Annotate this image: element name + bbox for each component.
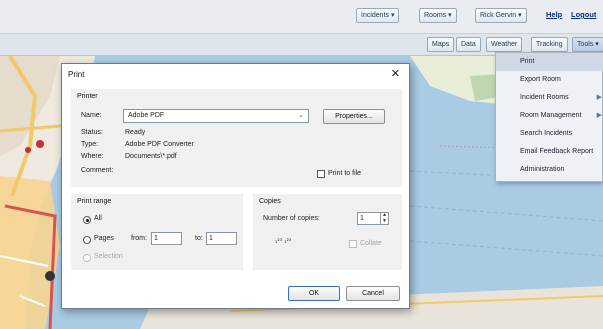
submenu-arrow-icon: ▶ (596, 94, 602, 101)
number-of-copies-label: Number of copies: (263, 215, 320, 222)
printer-name-value: Adobe PDF (128, 112, 165, 119)
collate-checkbox[interactable] (349, 240, 357, 248)
range-selection-radio[interactable] (83, 254, 91, 262)
menu-item-label: Export Room (520, 76, 561, 83)
type-label: Type: (81, 141, 99, 148)
range-selection-label: Selection (94, 253, 123, 260)
printer-name-label: Name: (81, 112, 102, 119)
menu-item-incident-rooms[interactable]: Incident Rooms ▶ (496, 89, 603, 107)
type-value: Adobe PDF Converter (125, 141, 194, 148)
copies-input[interactable]: 1 ▲ ▼ (357, 212, 389, 225)
range-pages-label: Pages (94, 235, 114, 242)
where-value: Documents\*.pdf (125, 153, 177, 160)
print-range-group-label: Print range (77, 198, 112, 205)
range-pages-radio[interactable] (83, 236, 91, 244)
close-icon[interactable]: ✕ (391, 67, 400, 80)
ok-button[interactable]: OK (288, 286, 340, 301)
printer-group: Printer Name: Adobe PDF ⌄ Properties... … (71, 89, 402, 187)
properties-button[interactable]: Properties... (323, 109, 385, 124)
range-all-radio[interactable] (83, 216, 91, 224)
menu-item-label: Administration (520, 166, 565, 173)
range-all-label: All (94, 215, 102, 222)
where-label: Where: (81, 153, 104, 160)
menu-item-label: Search Incidents (520, 130, 573, 137)
app-header: Incidents ▾ Rooms ▾ Rick Gervin ▾ Help L… (0, 0, 603, 34)
menu-item-administration[interactable]: Administration (496, 161, 603, 179)
print-dialog: Print ✕ Printer Name: Adobe PDF ⌄ Proper… (61, 63, 410, 309)
data-button[interactable]: Data (456, 37, 481, 52)
tools-menu-button[interactable]: Tools ▾ (572, 37, 603, 52)
comment-label: Comment: (81, 167, 114, 174)
submenu-arrow-icon: ▶ (596, 112, 602, 119)
tools-dropdown-menu: Print Export Room Incident Rooms ▶ Room M… (495, 52, 603, 182)
help-link[interactable]: Help (546, 10, 562, 19)
rooms-menu-button[interactable]: Rooms ▾ (419, 8, 457, 23)
tracking-button[interactable]: Tracking (531, 37, 568, 52)
collate-pages-icon: ₁²³ ₁²³ (275, 238, 292, 245)
user-menu-button[interactable]: Rick Gervin ▾ (475, 8, 527, 23)
from-page-input[interactable]: 1 (151, 232, 182, 245)
copies-group: Copies Number of copies: 1 ▲ ▼ ₁²³ ₁²³ Co… (253, 194, 402, 270)
collate-label: Collate (360, 240, 382, 247)
printer-name-select[interactable]: Adobe PDF ⌄ (123, 109, 309, 123)
chevron-down-icon: ⌄ (298, 112, 304, 119)
copies-value: 1 (360, 215, 364, 222)
copies-group-label: Copies (259, 198, 281, 205)
menu-item-export-room[interactable]: Export Room (496, 71, 603, 89)
print-to-file-checkbox[interactable] (317, 170, 325, 178)
maps-button[interactable]: Maps (427, 37, 455, 52)
menu-item-room-management[interactable]: Room Management ▶ (496, 107, 603, 125)
printer-group-label: Printer (77, 93, 98, 100)
print-range-group: Print range All Pages from: 1 to: 1 Sele… (71, 194, 243, 270)
cancel-button[interactable]: Cancel (346, 286, 400, 301)
menu-item-label: Incident Rooms (520, 94, 569, 101)
menu-item-search-incidents[interactable]: Search Incidents (496, 125, 603, 143)
spinner-arrows-icon[interactable]: ▲ ▼ (380, 212, 388, 225)
print-to-file-label: Print to file (328, 170, 362, 177)
dialog-title: Print (68, 70, 85, 79)
status-value: Ready (125, 129, 146, 136)
menu-item-label: Room Management (520, 112, 582, 119)
status-label: Status: (81, 129, 103, 136)
menu-item-print[interactable]: Print (496, 53, 603, 71)
menu-item-email-feedback-report[interactable]: Email Feedback Report (496, 143, 603, 161)
menu-item-label: Print (520, 58, 535, 65)
to-page-input[interactable]: 1 (206, 232, 237, 245)
menu-item-label: Email Feedback Report (520, 148, 594, 155)
to-label: to: (195, 235, 203, 242)
logout-link[interactable]: Logout (571, 10, 596, 19)
incidents-menu-button[interactable]: Incidents ▾ (356, 8, 400, 23)
from-label: from: (131, 235, 147, 242)
weather-button[interactable]: Weather (486, 37, 523, 52)
